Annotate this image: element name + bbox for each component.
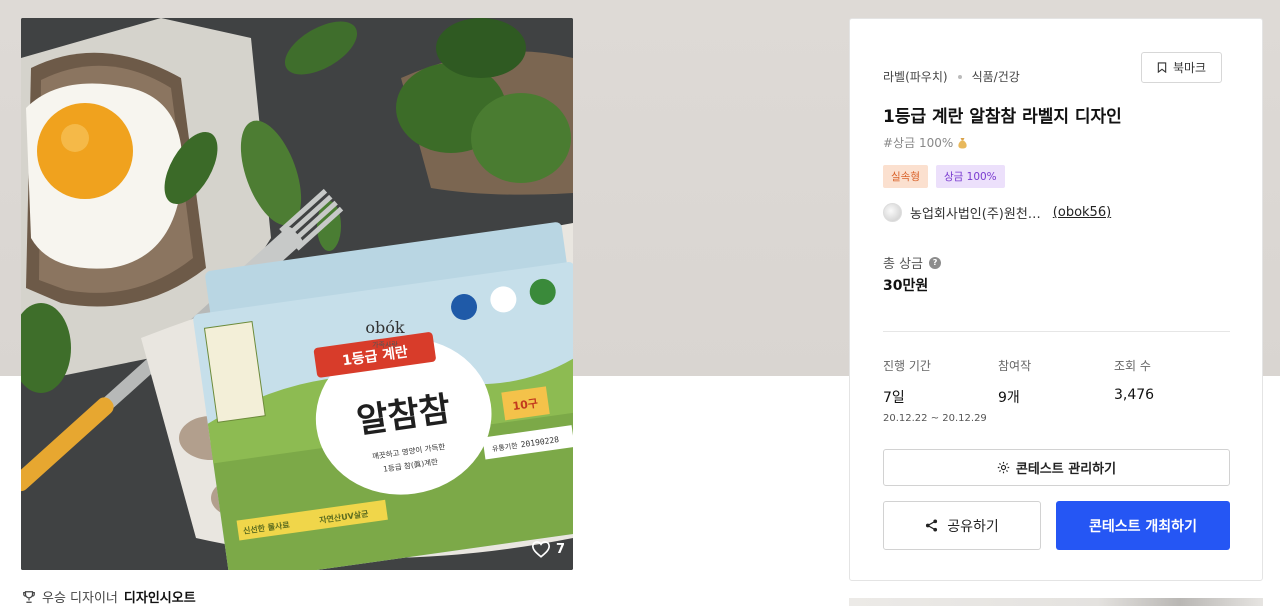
stat-period-range: 20.12.22 ~ 20.12.29 <box>883 413 987 424</box>
stat-views-label: 조회 수 <box>1114 359 1151 373</box>
company-name: 농업회사법인(주)원천… <box>910 207 1041 222</box>
hashtag-text: #상금 100% <box>883 136 954 150</box>
money-bag-icon <box>958 137 967 148</box>
share-icon <box>926 519 938 532</box>
badge-prize: 상금 100% <box>935 165 1005 188</box>
total-prize-label: 총 상금 ? <box>883 253 942 272</box>
hashtag[interactable]: #상금 100% <box>883 134 968 151</box>
badge-list: 실속형 상금 100% <box>883 165 1005 188</box>
breadcrumb: 라벨(파우치) 식품/건강 <box>883 68 1020 85</box>
breadcrumb-category[interactable]: 라벨(파우치) <box>883 68 948 85</box>
host-contest-button[interactable]: 콘테스트 개최하기 <box>1056 501 1230 550</box>
share-button[interactable]: 공유하기 <box>883 501 1041 550</box>
help-icon[interactable]: ? <box>929 256 942 269</box>
winner-name[interactable]: 디자인시오트 <box>124 587 196 606</box>
trophy-icon <box>23 590 35 603</box>
breadcrumb-subcategory[interactable]: 식품/건강 <box>972 68 1020 85</box>
stat-entries-label: 참여작 <box>998 359 1032 373</box>
contest-info-panel: 라벨(파우치) 식품/건강 북마크 1등급 계란 알참참 라벨지 디자인 #상금… <box>849 18 1263 581</box>
like-button[interactable]: 7 <box>531 540 565 558</box>
contest-title: 1등급 계란 알참참 라벨지 디자인 <box>883 107 1122 127</box>
bookmark-label: 북마크 <box>1172 61 1207 75</box>
bookmark-button[interactable]: 북마크 <box>1141 52 1222 83</box>
stat-entries: 참여작 9개 <box>998 357 1031 407</box>
host-company[interactable]: 농업회사법인(주)원천… (obok56) <box>883 203 1111 222</box>
egg-package-illustration: obók 가족사랑 1등급 계란 알참참 깨끗하고 영양이 가득한 1등급 참(… <box>21 18 573 570</box>
gear-icon <box>997 461 1010 474</box>
stat-entries-value: 9개 <box>998 390 1020 406</box>
manage-contest-label: 콘테스트 관리하기 <box>1015 462 1117 477</box>
heart-icon <box>531 541 550 558</box>
badge-type: 실속형 <box>883 165 928 188</box>
divider <box>883 331 1230 332</box>
total-prize-value: 30만원 <box>883 278 929 294</box>
bookmark-icon <box>1157 62 1167 73</box>
like-count: 7 <box>555 541 565 557</box>
avatar <box>883 203 902 222</box>
stat-views: 조회 수 3,476 <box>1114 357 1154 403</box>
contest-hero-image[interactable]: obók 가족사랑 1등급 계란 알참참 깨끗하고 영양이 가득한 1등급 참(… <box>21 18 573 570</box>
stat-period-value: 7일 <box>883 390 905 406</box>
stat-period: 진행 기간 7일 20.12.22 ~ 20.12.29 <box>883 357 987 424</box>
manage-contest-button[interactable]: 콘테스트 관리하기 <box>883 449 1230 486</box>
winner-designer: 우승 디자이너 디자인시오트 <box>22 587 196 606</box>
stat-period-label: 진행 기간 <box>883 359 931 373</box>
winner-prefix: 우승 디자이너 <box>42 591 118 606</box>
stat-views-value: 3,476 <box>1114 387 1155 403</box>
company-handle[interactable]: (obok56) <box>1053 205 1111 220</box>
next-panel-edge <box>849 598 1263 606</box>
share-label: 공유하기 <box>947 518 999 535</box>
prize-label-text: 총 상금 <box>883 257 924 272</box>
breadcrumb-separator <box>957 74 962 79</box>
package-brand: obók <box>365 318 405 337</box>
